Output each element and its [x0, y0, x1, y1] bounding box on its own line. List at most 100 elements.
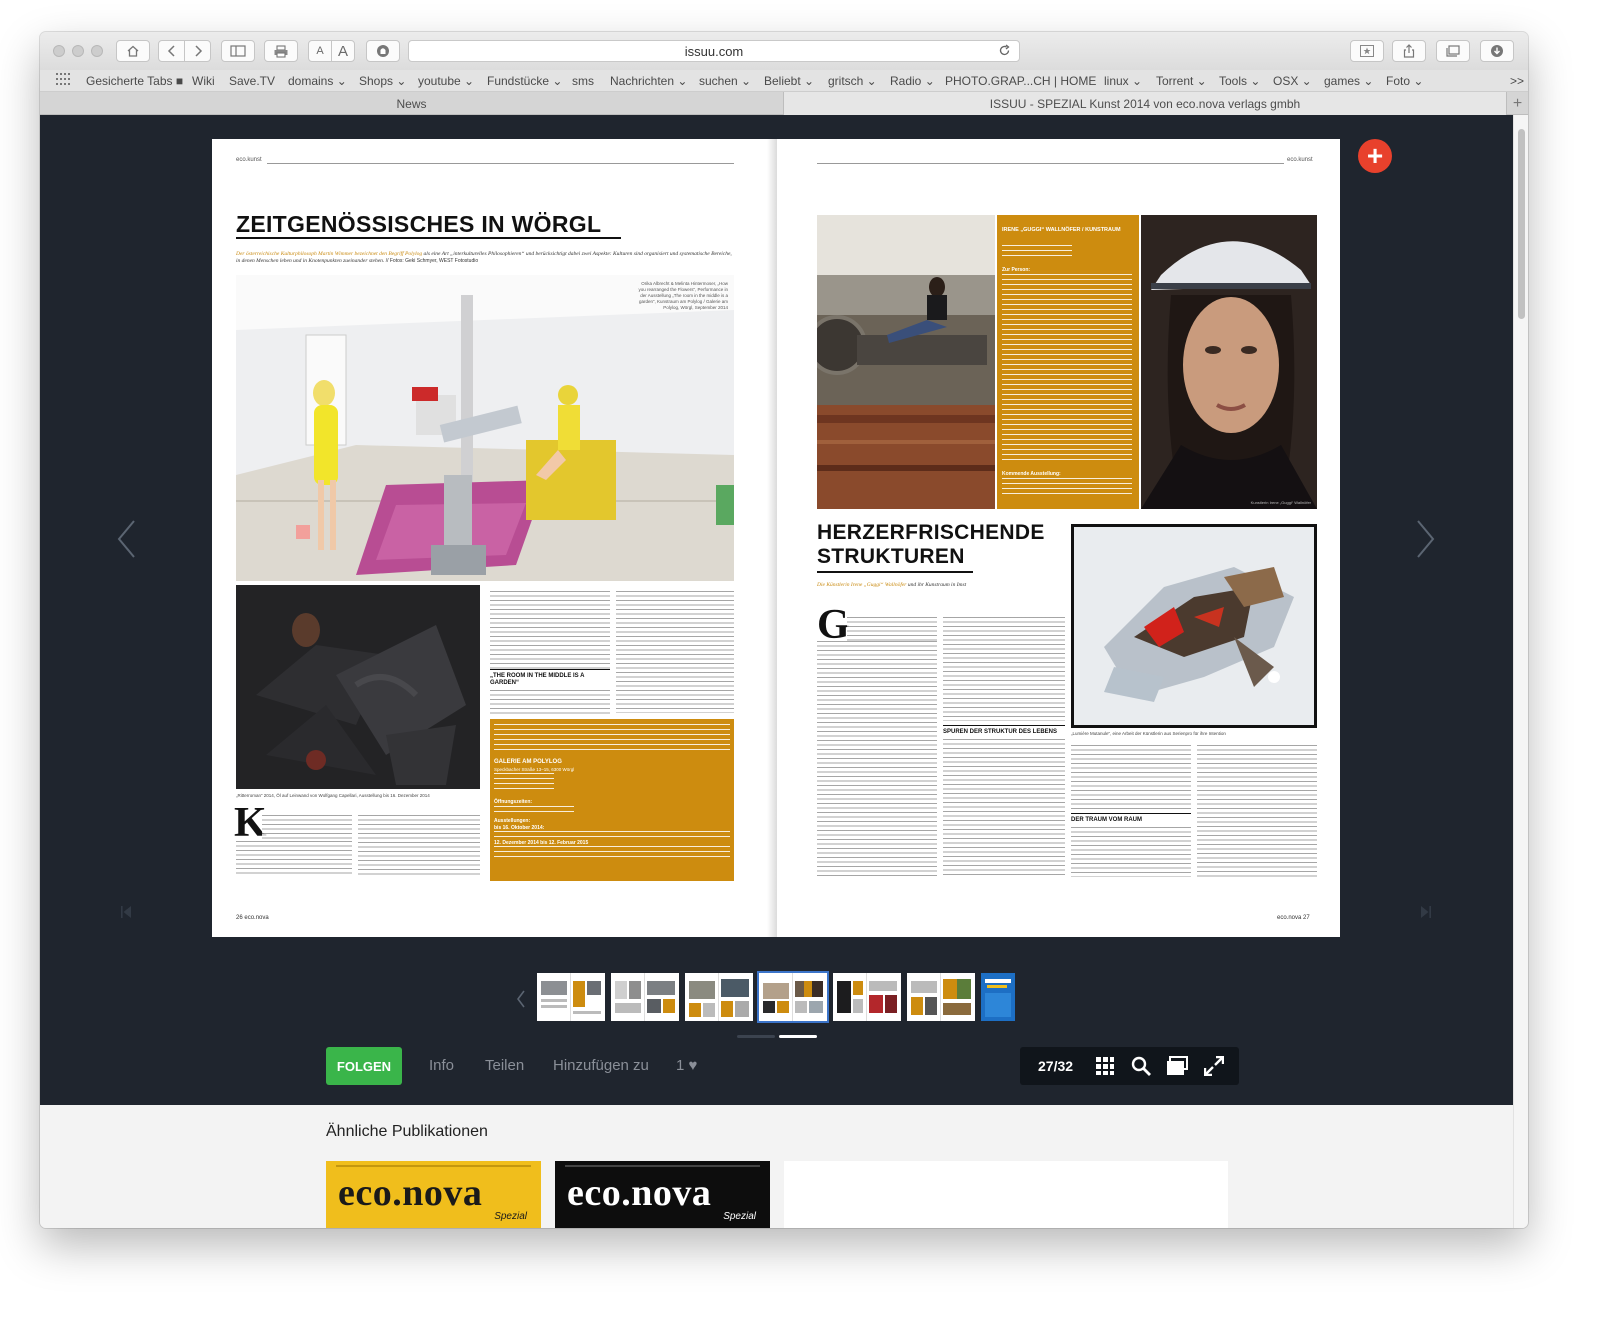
bookmark-item[interactable]: Wiki: [192, 74, 215, 88]
bookmark-item[interactable]: games ⌄: [1324, 74, 1373, 88]
vertical-scrollbar[interactable]: [1513, 115, 1528, 1228]
publication-card-placeholder: [784, 1161, 1228, 1228]
bookmark-star-button[interactable]: [1350, 40, 1384, 62]
like-button[interactable]: 1 ♥: [676, 1057, 697, 1074]
bookmark-item[interactable]: sms: [572, 74, 594, 88]
publication-card[interactable]: eco.nova Spezial: [555, 1161, 770, 1228]
section-subhead: DER TRAUM VOM RAUM: [1071, 817, 1142, 823]
add-to-stack-button[interactable]: +: [1358, 139, 1392, 173]
download-icon: [1490, 44, 1504, 58]
bookmark-item[interactable]: Tools ⌄: [1219, 74, 1260, 88]
deck-text: und ihr Kunstraum in Imst: [907, 582, 967, 588]
pager-dot-active[interactable]: [779, 1035, 817, 1038]
close-window-button[interactable]: [53, 45, 65, 57]
info-text: [494, 831, 730, 837]
artist-seated-illustration: [817, 215, 995, 509]
pager-dot[interactable]: [737, 1035, 775, 1038]
bookmark-item[interactable]: suchen ⌄: [699, 74, 751, 88]
artist-info-box: IRENE „GUGGI“ WALLNÖFER / KUNSTRAUM Zur …: [997, 215, 1139, 509]
grid-icon[interactable]: [1095, 1056, 1115, 1081]
large-a-icon: A: [337, 42, 348, 60]
bookmark-item[interactable]: Save.TV: [229, 74, 275, 88]
forward-button[interactable]: [184, 40, 211, 62]
add-to-link[interactable]: Hinzufügen zu: [553, 1057, 649, 1074]
new-tab-button[interactable]: +: [1506, 92, 1528, 115]
last-page-icon[interactable]: [1420, 905, 1432, 924]
back-button[interactable]: [158, 40, 185, 62]
info-text: [1002, 478, 1132, 498]
apps-grid-icon[interactable]: [56, 73, 70, 88]
info-text: [494, 773, 554, 791]
minimize-window-button[interactable]: [72, 45, 84, 57]
bookmarks-overflow[interactable]: >>: [1510, 74, 1524, 88]
fullscreen-icon[interactable]: [1203, 1055, 1225, 1081]
text-column: [943, 739, 1065, 877]
article-headline: HERZERFRISCHENDE STRUKTUREN: [817, 521, 1045, 569]
bookmark-item[interactable]: Radio ⌄: [890, 74, 935, 88]
tab-issuu[interactable]: ISSUU - SPEZIAL Kunst 2014 von eco.nova …: [783, 92, 1506, 115]
header-rule: [817, 163, 1284, 164]
share-button[interactable]: [1392, 40, 1426, 62]
bookmark-item[interactable]: gritsch ⌄: [828, 74, 877, 88]
bookmark-item[interactable]: Beliebt ⌄: [764, 74, 814, 88]
publication-subtitle: Spezial: [723, 1211, 756, 1222]
page-thumbnail[interactable]: [981, 973, 1015, 1021]
fit-screen-icon[interactable]: [1166, 1056, 1188, 1081]
publication-card[interactable]: eco.nova Spezial: [326, 1161, 541, 1228]
subhead-rule: [943, 725, 1065, 726]
page-thumbnail[interactable]: [907, 973, 975, 1021]
downloads-button[interactable]: [1480, 40, 1514, 62]
share-link[interactable]: Teilen: [485, 1057, 524, 1074]
photo-caption: Orika Albrecht & Melinta Hintermoser, „H…: [638, 281, 728, 310]
text-larger-button[interactable]: A: [331, 40, 355, 62]
ghostery-button[interactable]: [366, 40, 400, 62]
page-thumbnail[interactable]: [611, 973, 679, 1021]
search-icon[interactable]: [1131, 1056, 1151, 1081]
reload-icon[interactable]: [998, 44, 1011, 60]
bookmark-item[interactable]: OSX ⌄: [1273, 74, 1312, 88]
previous-page-arrow[interactable]: [116, 519, 136, 564]
bookmark-item[interactable]: domains ⌄: [288, 74, 347, 88]
page-folio: 26 eco.nova: [236, 915, 269, 921]
tab-overview-button[interactable]: [1436, 40, 1470, 62]
chevron-left-icon: [167, 45, 177, 57]
home-button[interactable]: [116, 40, 150, 62]
ghost-icon: [376, 44, 390, 58]
next-page-arrow[interactable]: [1416, 519, 1436, 564]
bookmark-item[interactable]: Shops ⌄: [359, 74, 406, 88]
scrollbar-thumb[interactable]: [1518, 129, 1525, 319]
portrait-caption: Kunstlerin Irene „Guggi“ Wallnöfer: [1250, 500, 1311, 505]
header-rule: [267, 163, 734, 164]
first-page-icon[interactable]: [120, 905, 132, 924]
page-thumbnail[interactable]: [537, 973, 605, 1021]
text-column: [490, 591, 610, 669]
tab-news[interactable]: News: [40, 92, 783, 115]
bookmark-item[interactable]: Gesicherte Tabs ■: [86, 74, 183, 88]
bookmark-item[interactable]: Nachrichten ⌄: [610, 74, 687, 88]
star-icon: [1360, 45, 1374, 57]
thumbnails-prev-arrow[interactable]: [516, 989, 526, 1014]
bookmark-item[interactable]: Torrent ⌄: [1156, 74, 1207, 88]
follow-button[interactable]: FOLGEN: [326, 1047, 402, 1085]
deck-highlight: Der österreichische Kulturphilosoph Mart…: [236, 251, 423, 257]
page-thumbnail[interactable]: [685, 973, 753, 1021]
info-link[interactable]: Info: [429, 1057, 454, 1074]
text-smaller-button[interactable]: A: [308, 40, 332, 62]
page-thumbnail[interactable]: [833, 973, 901, 1021]
bookmark-item[interactable]: Foto ⌄: [1386, 74, 1423, 88]
tab-bar: News ISSUU - SPEZIAL Kunst 2014 von eco.…: [40, 92, 1528, 115]
page-thumbnail-current[interactable]: [757, 971, 829, 1023]
print-button[interactable]: [264, 40, 298, 62]
bookmark-item[interactable]: PHOTO.GRAP...CH | HOME: [945, 74, 1096, 88]
sidebar-button[interactable]: [221, 40, 255, 62]
info-box: GALERIE AM POLYLOG Speckbacher Straße 13…: [490, 719, 734, 881]
zoom-window-button[interactable]: [91, 45, 103, 57]
bookmark-item[interactable]: linux ⌄: [1104, 74, 1142, 88]
text-column: [490, 690, 610, 716]
bookmark-item[interactable]: Fundstücke ⌄: [487, 74, 562, 88]
bookmark-item[interactable]: youtube ⌄: [418, 74, 474, 88]
abstract-painting-illustration: [1074, 527, 1314, 725]
deck-highlight: Die Künstlerin Irene „Guggi“ Wallnöfer: [817, 582, 907, 588]
publication-title: eco.nova: [338, 1172, 483, 1214]
address-bar[interactable]: issuu.com: [408, 40, 1020, 62]
